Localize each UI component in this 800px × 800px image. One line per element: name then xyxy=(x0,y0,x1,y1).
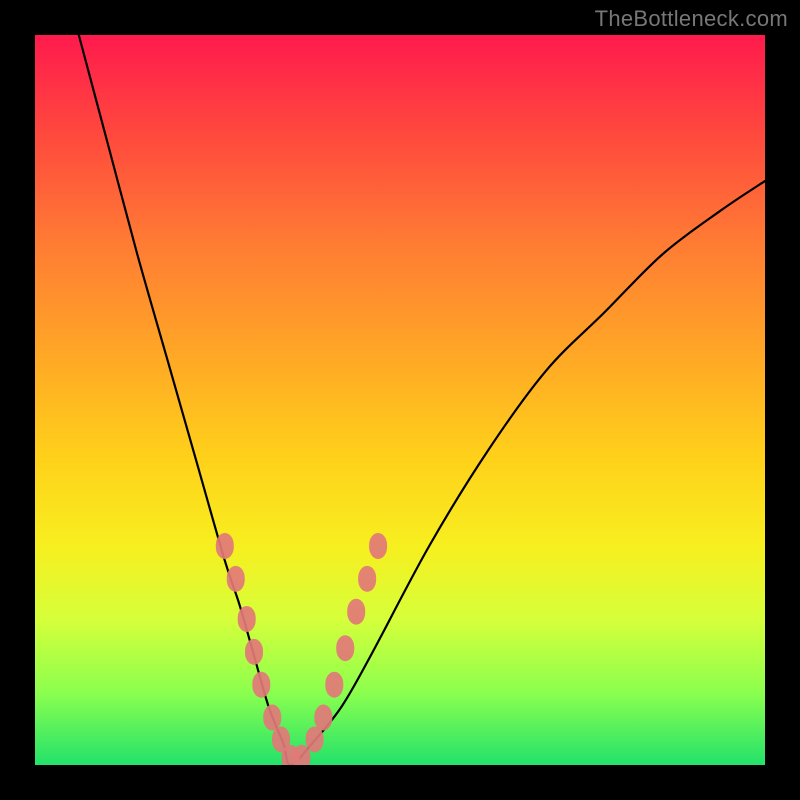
marker-dot xyxy=(216,533,234,559)
marker-dot xyxy=(347,599,365,625)
plot-area xyxy=(35,35,765,765)
marker-dot xyxy=(245,639,263,665)
marker-dot xyxy=(336,635,354,661)
marker-dot xyxy=(306,726,324,752)
watermark-text: TheBottleneck.com xyxy=(595,6,788,32)
chart-svg xyxy=(35,35,765,765)
chart-frame: TheBottleneck.com xyxy=(0,0,800,800)
bottleneck-curve xyxy=(79,35,765,765)
marker-dot xyxy=(325,672,343,698)
curve-layer xyxy=(79,35,765,765)
highlight-dots xyxy=(216,533,387,765)
marker-dot xyxy=(252,672,270,698)
marker-dot xyxy=(263,705,281,731)
marker-dot xyxy=(314,705,332,731)
marker-dot xyxy=(238,606,256,632)
marker-dot xyxy=(358,566,376,592)
marker-dot xyxy=(227,566,245,592)
marker-dot xyxy=(369,533,387,559)
